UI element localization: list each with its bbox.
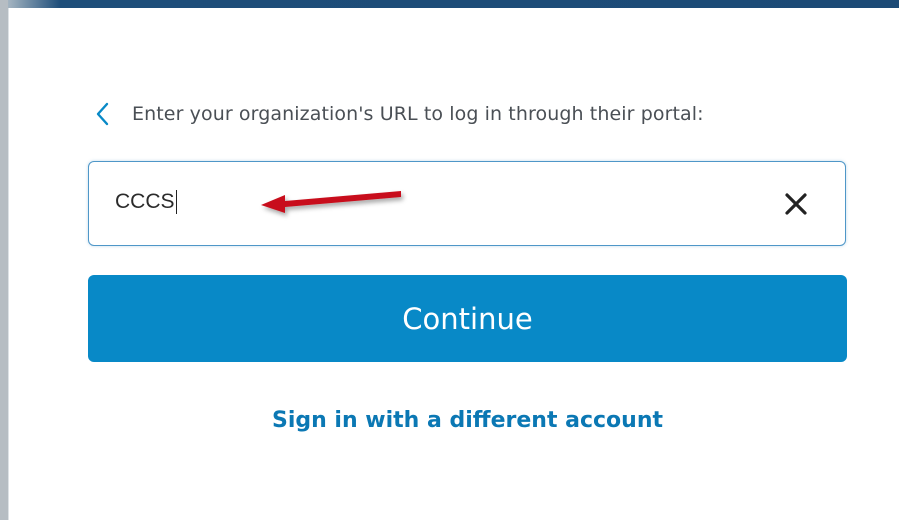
divider [8, 8, 9, 520]
chevron-left-icon [96, 102, 109, 126]
clear-button[interactable] [783, 191, 809, 217]
close-icon [785, 193, 807, 215]
url-input[interactable]: CCCS [115, 190, 177, 214]
url-input-value: CCCS [115, 190, 175, 213]
instruction-row: Enter your organization's URL to log in … [92, 97, 704, 131]
red-arrow-icon [255, 185, 415, 230]
window-left-border [0, 0, 8, 520]
text-caret [175, 190, 177, 214]
sign-in-different-account-link[interactable]: Sign in with a different account [0, 408, 899, 433]
back-button[interactable] [92, 100, 112, 128]
continue-button[interactable]: Continue [88, 275, 847, 362]
login-dialog: Enter your organization's URL to log in … [0, 0, 899, 520]
instruction-text: Enter your organization's URL to log in … [132, 103, 704, 125]
url-field[interactable]: CCCS [88, 161, 846, 246]
window-top-border [0, 0, 899, 8]
